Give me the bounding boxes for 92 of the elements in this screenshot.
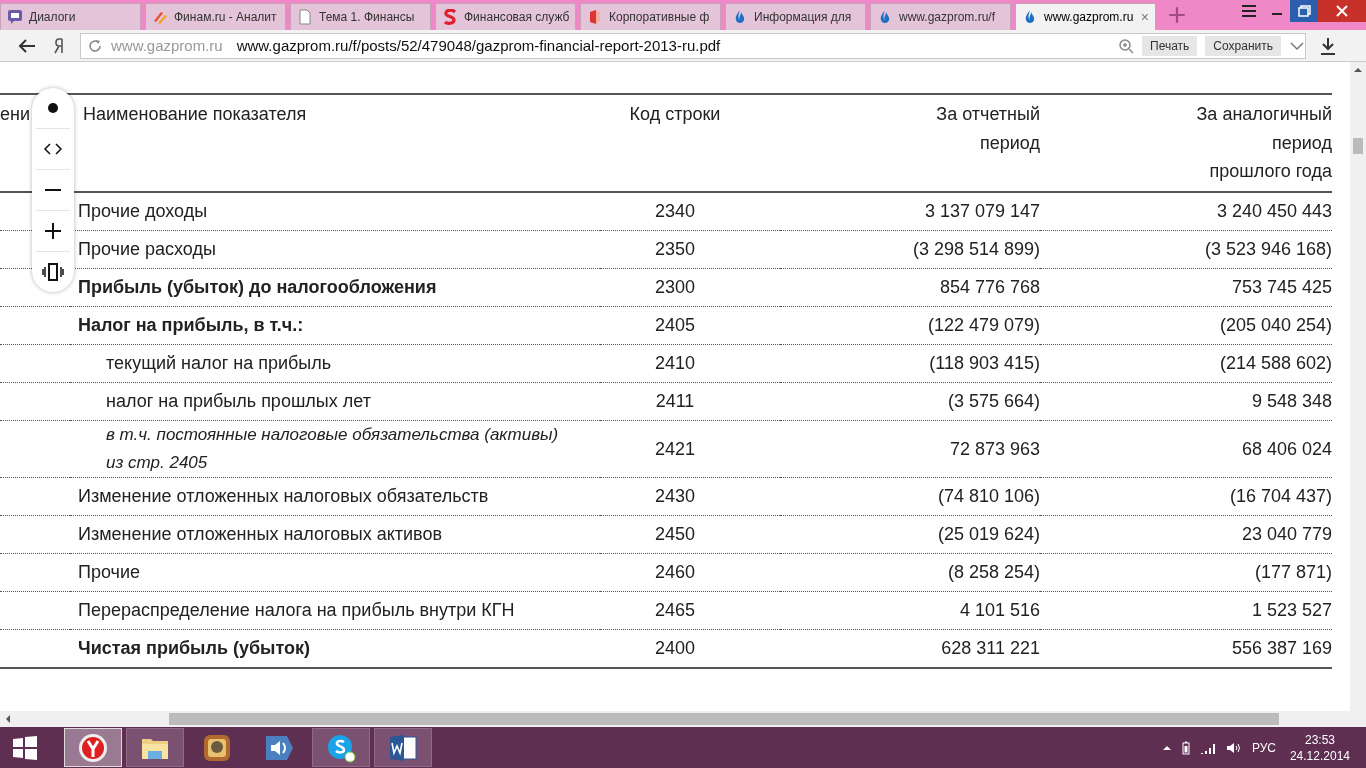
- taskbar-app[interactable]: [312, 728, 370, 767]
- row-label: Прочие: [78, 561, 140, 584]
- windows-start-icon[interactable]: [12, 734, 38, 761]
- browser-tab[interactable]: www.gazprom.ru/f: [870, 3, 1011, 30]
- column-header: ени: [0, 103, 30, 126]
- stripes-icon: [152, 9, 168, 25]
- table-value: 68 406 024: [1241, 438, 1332, 459]
- row-label: Чистая прибыль (убыток): [78, 637, 311, 660]
- column-header: За отчетный период: [935, 103, 1040, 155]
- browser-tab[interactable]: Финансовая служб: [435, 3, 576, 30]
- table-value: (3 523 946 168): [1204, 239, 1332, 259]
- site-host: www.gazprom.ru: [111, 37, 223, 54]
- row-label: текущий налог на прибыль: [106, 352, 332, 375]
- row-label: Прочие доходы: [78, 200, 208, 223]
- table-value: (3 575 664): [947, 391, 1040, 411]
- yandex-browser-icon: [77, 731, 109, 764]
- browser-tab[interactable]: Информация для: [725, 3, 866, 30]
- taskbar-app[interactable]: [126, 728, 184, 767]
- row-label: Налог на прибыль, в т.ч.:: [78, 314, 304, 337]
- browser-tab[interactable]: Финам.ru - Аналит: [145, 3, 286, 30]
- row-code: 2421: [654, 438, 695, 459]
- table-value: 9 548 348: [1251, 391, 1332, 411]
- chat-icon: [7, 9, 23, 25]
- row-code: 2460: [654, 562, 695, 582]
- table-value: 753 745 425: [1231, 277, 1332, 297]
- scrollbar-thumb[interactable]: [169, 713, 1279, 725]
- battery-icon[interactable]: [1181, 740, 1190, 755]
- row-label: Прочие расходы: [78, 238, 216, 261]
- table-value: (205 040 254): [1219, 315, 1332, 335]
- row-code: 2411: [655, 391, 695, 411]
- table-value: (16 704 437): [1229, 486, 1332, 506]
- browser-tab[interactable]: Тема 1. Финансы: [290, 3, 431, 30]
- scrollbar-thumb[interactable]: [1353, 138, 1363, 154]
- close-icon[interactable]: [1318, 0, 1366, 22]
- table-value: 72 873 963: [949, 438, 1040, 459]
- fit-page-icon[interactable]: [42, 261, 64, 283]
- table-value: 556 387 169: [1231, 638, 1332, 658]
- reload-icon[interactable]: [87, 37, 103, 54]
- table-value: (25 019 624): [937, 524, 1040, 544]
- document-icon: [297, 9, 313, 25]
- row-code: 2300: [654, 277, 695, 297]
- letter-s-icon: [442, 9, 458, 25]
- row-code: 2450: [654, 524, 695, 544]
- column-header: Наименование показателя: [83, 103, 307, 126]
- table-value: (8 258 254): [947, 562, 1040, 582]
- browser-tab[interactable]: Корпоративные ф: [580, 3, 721, 30]
- column-header: Код строки: [629, 103, 721, 126]
- row-code: 2350: [654, 239, 695, 259]
- table-value: 854 776 768: [939, 277, 1040, 297]
- book-icon: [587, 9, 603, 25]
- table-value: 3 240 450 443: [1216, 201, 1332, 221]
- date-text: 24.12.2014: [1289, 747, 1350, 764]
- browser-tab[interactable]: www.gazprom.ru ×: [1015, 3, 1156, 30]
- row-code: 2410: [654, 353, 695, 373]
- close-tab-button[interactable]: ×: [1140, 9, 1149, 25]
- row-code: 2465: [654, 600, 695, 620]
- row-label: Перераспределение налога на прибыль внутри КГН: [78, 599, 515, 622]
- table-value: (74 810 106): [937, 486, 1040, 506]
- table-value: (122 479 079): [927, 315, 1040, 335]
- table-value: (3 298 514 899): [912, 239, 1040, 259]
- table-value: 1 523 527: [1251, 600, 1332, 620]
- table-value: 3 137 079 147: [924, 201, 1040, 221]
- back-icon[interactable]: [16, 36, 38, 55]
- row-code: 2430: [654, 486, 695, 506]
- language-indicator[interactable]: РУС: [1251, 740, 1276, 755]
- row-label: Изменение отложенных налоговых обязательств: [78, 485, 489, 508]
- row-code: 2405: [654, 315, 695, 335]
- toolbar-button[interactable]: Сохранить: [1205, 35, 1281, 56]
- table-value: (214 588 602): [1219, 353, 1332, 373]
- time-text: 23:53: [1304, 731, 1335, 748]
- column-header: За аналогичный период прошлого года: [1196, 103, 1332, 183]
- restore-icon[interactable]: [1290, 0, 1318, 22]
- zoom-in-icon[interactable]: [42, 220, 64, 242]
- table-value: 4 101 516: [959, 600, 1040, 620]
- table-value: (177 871): [1254, 562, 1332, 582]
- clock[interactable]: 23:53 24.12.2014: [1289, 731, 1350, 764]
- table-value: 628 311 221: [941, 638, 1040, 658]
- table-value: (118 903 415): [929, 353, 1040, 373]
- browser-tab[interactable]: Диалоги: [0, 3, 141, 30]
- address-field[interactable]: www.gazprom.ru www.gazprom.ru/f/posts/52/479048/gazprom-financial-report-2013-ru.pdf Печать Сохранить: [80, 32, 1306, 59]
- row-code: 2400: [654, 638, 695, 658]
- table-value: 23 040 779: [1241, 524, 1332, 544]
- download-icon[interactable]: [1318, 35, 1338, 56]
- volume-icon[interactable]: [1225, 740, 1242, 755]
- row-code: 2340: [654, 201, 695, 221]
- row-label: налог на прибыль прошлых лет: [106, 390, 371, 413]
- page-url: www.gazprom.ru/f/posts/52/479048/gazprom-financial-report-2013-ru.pdf: [236, 37, 722, 54]
- row-label: Изменение отложенных налоговых активов: [78, 523, 443, 546]
- row-label: Прибыль (убыток) до налогообложения: [78, 276, 437, 299]
- row-label: в т.ч. постоянные налоговые обязательства (активы) из стр. 2405: [106, 423, 560, 474]
- toolbar-button[interactable]: Печать: [1142, 35, 1198, 56]
- taskbar-app[interactable]: [374, 728, 432, 767]
